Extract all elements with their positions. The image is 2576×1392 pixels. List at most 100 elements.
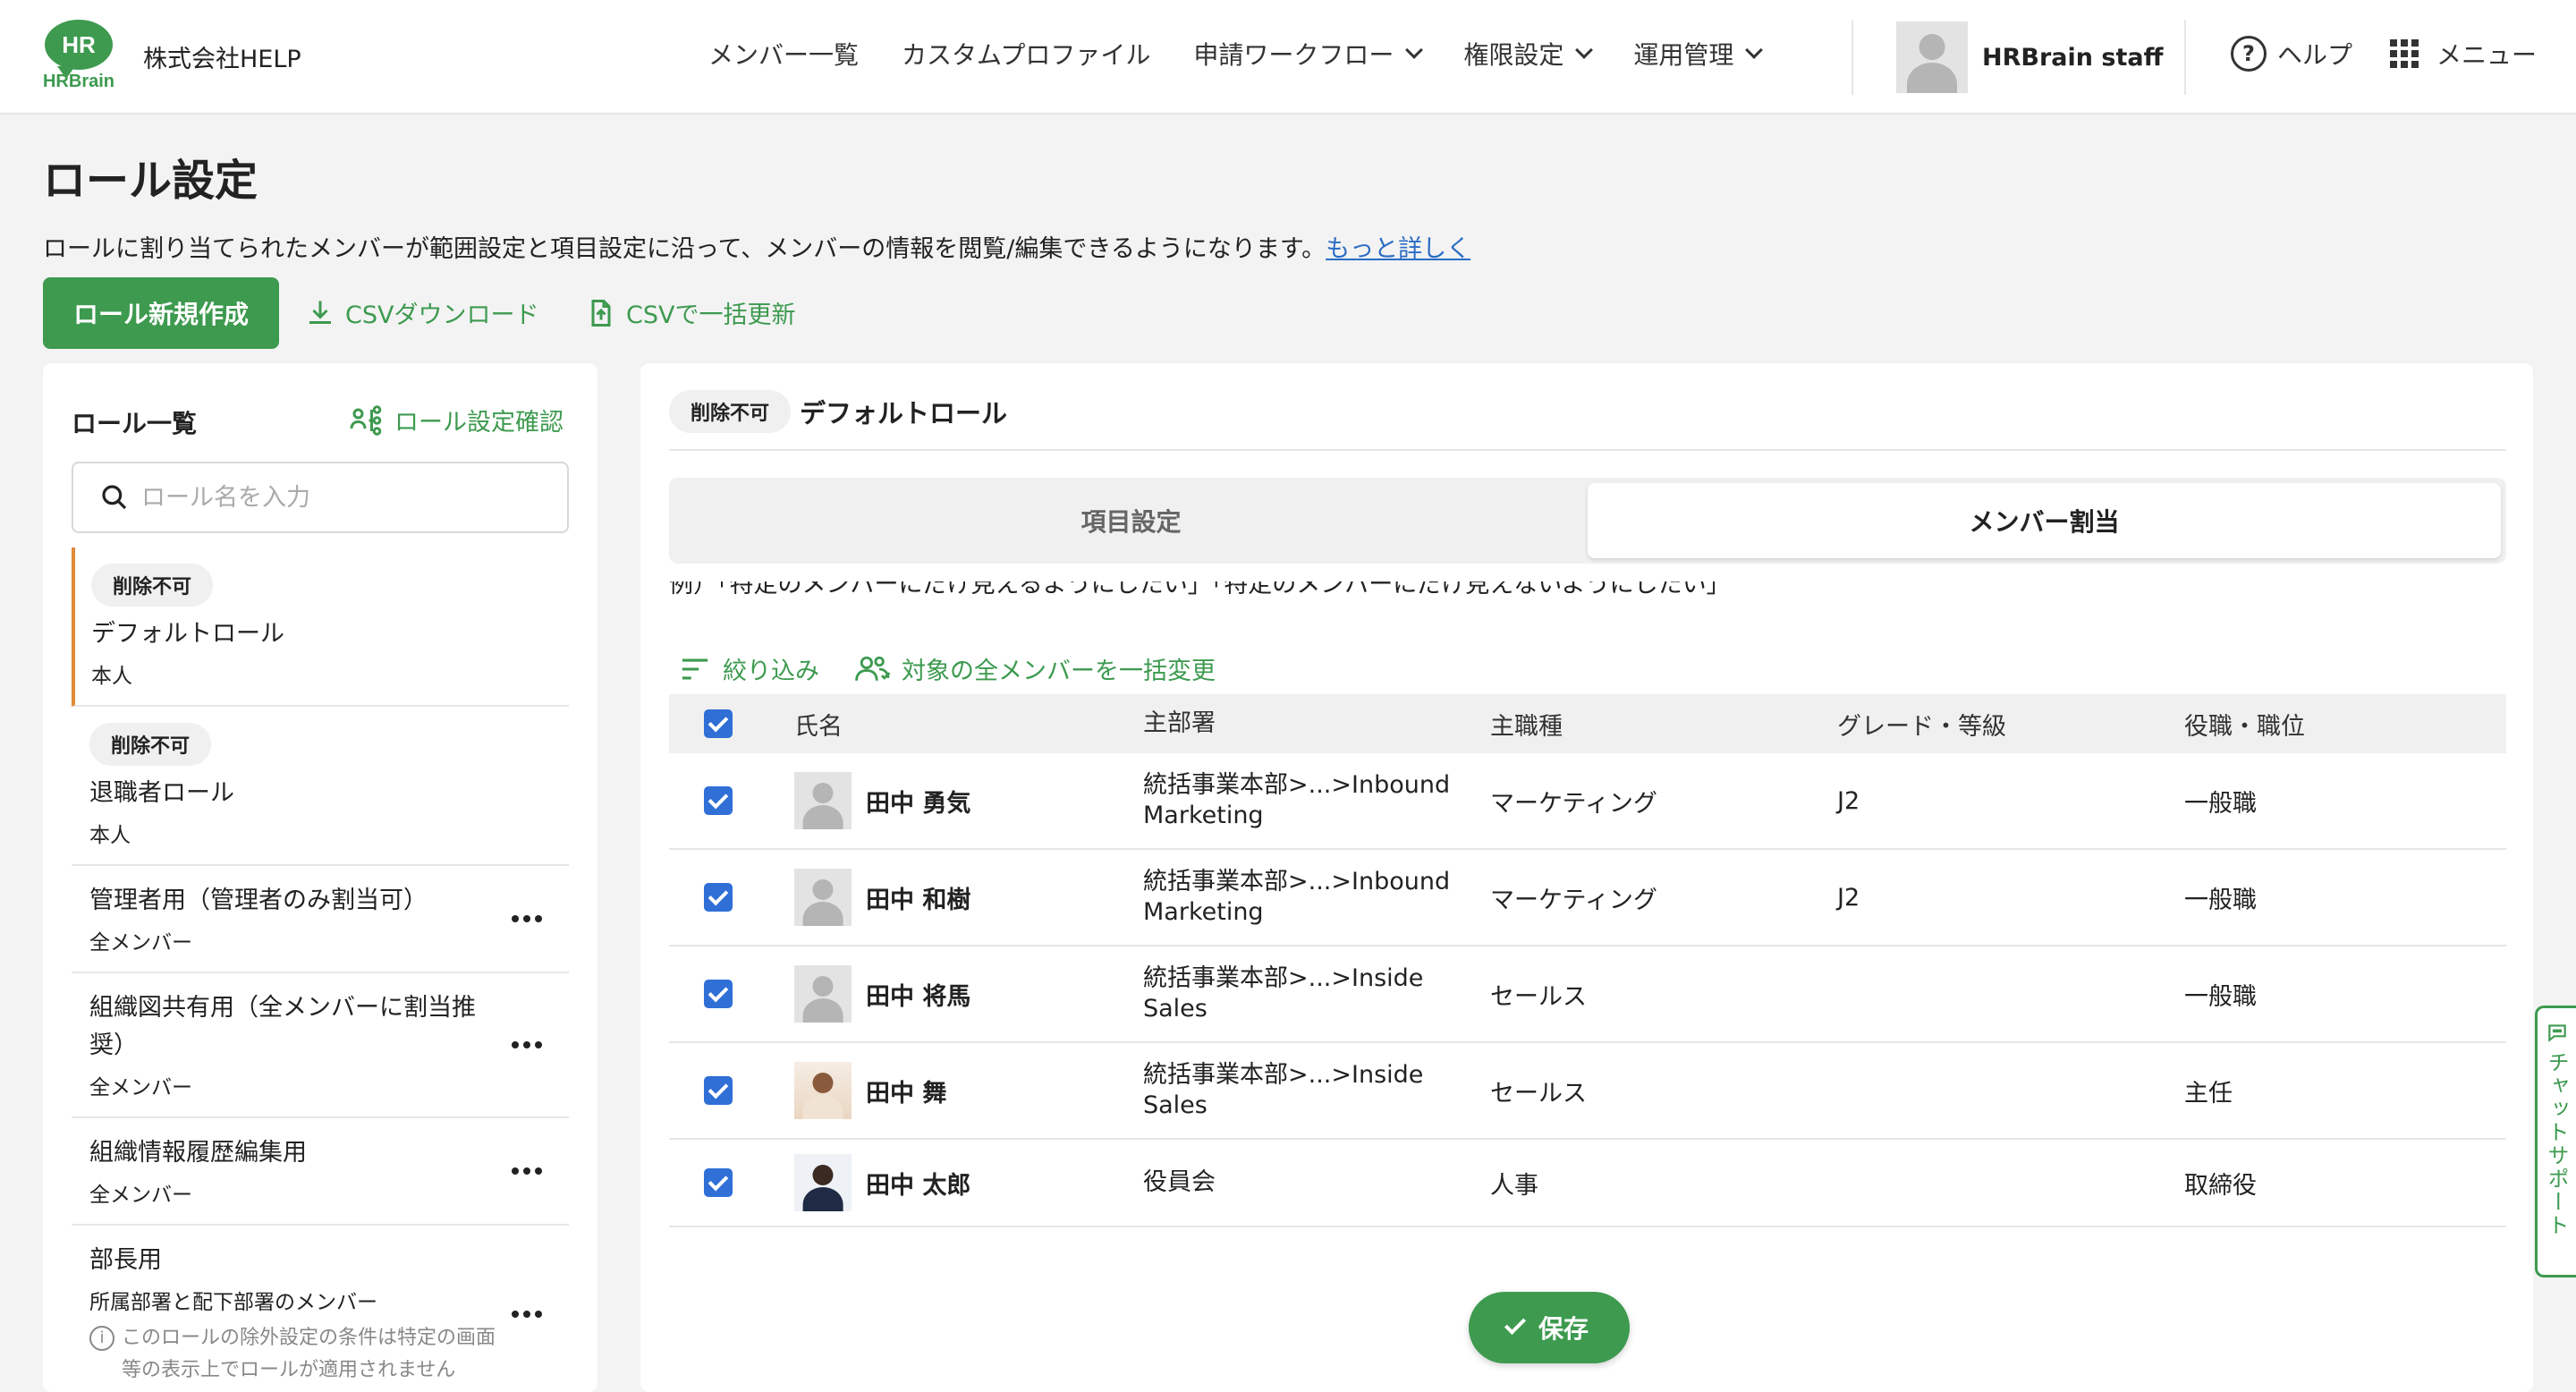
- more-options-icon[interactable]: [512, 1041, 542, 1048]
- role-item-default[interactable]: 削除不可 デフォルトロール 本人: [72, 547, 569, 707]
- row-checkbox[interactable]: [704, 980, 733, 1008]
- table-row: 田中 将馬 統括事業本部>...>Inside Sales セールス 一般職: [669, 946, 2506, 1043]
- member-name: 田中 舞: [866, 1079, 947, 1108]
- role-item-admin[interactable]: 管理者用（管理者のみ割当可） 全メンバー: [72, 866, 569, 973]
- member-avatar-icon: [794, 869, 852, 926]
- role-item-org-history[interactable]: 組織情報履歴編集用 全メンバー: [72, 1118, 569, 1226]
- member-table: 氏名 主部署 主職種 グレード・等級 役職・職位 田中 勇気 統括事業本部>..…: [669, 694, 2506, 1227]
- row-checkbox[interactable]: [704, 786, 733, 815]
- user-avatar-icon: [1896, 21, 1968, 93]
- role-scope: 本人: [89, 824, 131, 847]
- chat-support-tab[interactable]: チャットサポート: [2535, 1006, 2576, 1277]
- tab-member-assignment[interactable]: メンバー割当: [1588, 483, 2501, 558]
- role-note: i このロールの除外設定の条件は特定の画面等の表示上でロールが適用されません: [89, 1322, 569, 1387]
- org-tree-icon: [350, 404, 382, 436]
- save-label: 保存: [1538, 1314, 1589, 1344]
- help-label: ヘルプ: [2277, 40, 2353, 70]
- nav-custom-profile[interactable]: カスタムプロファイル: [902, 36, 1150, 72]
- role-item-retired[interactable]: 削除不可 退職者ロール 本人: [72, 707, 569, 866]
- role-search-input[interactable]: [141, 483, 553, 512]
- role-name: 管理者用（管理者のみ割当可）: [89, 887, 428, 914]
- chat-support-label: チャットサポート: [2544, 1051, 2569, 1237]
- role-settings-check-link[interactable]: ロール設定確認: [350, 403, 564, 437]
- nav-label: カスタムプロファイル: [902, 40, 1151, 70]
- role-item-manager[interactable]: 部長用 所属部署と配下部署のメンバー i このロールの除外設定の条件は特定の画面…: [72, 1226, 569, 1392]
- member-photo-icon: [794, 1154, 852, 1211]
- member-job: マーケティング: [1490, 789, 1657, 818]
- table-header: 氏名 主部署 主職種 グレード・等級 役職・職位: [669, 694, 2506, 753]
- check-icon: [1504, 1312, 1527, 1336]
- more-options-icon[interactable]: [512, 1167, 542, 1175]
- member-dept: 統括事業本部>...>Inside Sales: [1143, 964, 1424, 1023]
- role-name: 部長用: [89, 1246, 162, 1274]
- hrbrain-logo[interactable]: HR HRBrain: [41, 20, 116, 95]
- top-header: HR HRBrain 株式会社HELP メンバー一覧 カスタムプロファイル 申請…: [0, 0, 2576, 115]
- more-options-icon[interactable]: [512, 1311, 542, 1318]
- member-name: 田中 太郎: [866, 1171, 971, 1200]
- tab-item-settings[interactable]: 項目設定: [674, 483, 1588, 558]
- member-position: 主任: [2184, 1079, 2233, 1108]
- col-name: 氏名: [794, 712, 843, 741]
- undeletable-badge: 削除不可: [89, 723, 212, 766]
- user-menu[interactable]: HRBrain staff: [1896, 21, 2163, 93]
- nav-operations[interactable]: 運用管理: [1633, 36, 1764, 72]
- row-checkbox[interactable]: [704, 1076, 733, 1105]
- member-dept: 統括事業本部>...>Inside Sales: [1143, 1061, 1424, 1119]
- row-checkbox[interactable]: [704, 883, 733, 912]
- chat-bubble-icon: [2547, 1024, 2566, 1042]
- member-name: 田中 勇気: [866, 789, 971, 818]
- example-text-cropped: 例）「特定のメンバーにだけ見えるようにしたい」「特定のメンバーにだけ見えないよう…: [669, 581, 2458, 603]
- save-button[interactable]: 保存: [1469, 1292, 1630, 1363]
- help-link[interactable]: ? ヘルプ: [2231, 36, 2352, 72]
- csv-download-button[interactable]: CSVダウンロード: [304, 295, 538, 330]
- table-row: 田中 太郎 役員会 人事 取締役: [669, 1140, 2506, 1227]
- grid-menu-icon: [2390, 39, 2419, 68]
- csv-update-label: CSVで一括更新: [626, 301, 796, 329]
- table-toolbar: 絞り込み 対象の全メンバーを一括変更: [680, 651, 1251, 686]
- select-all-checkbox[interactable]: [704, 709, 733, 738]
- filter-icon: [682, 658, 708, 679]
- bulk-change-button[interactable]: 対象の全メンバーを一括変更: [855, 651, 1216, 686]
- member-avatar-icon: [794, 772, 852, 829]
- role-name: 組織情報履歴編集用: [89, 1139, 307, 1167]
- role-name: 退職者ロール: [89, 779, 234, 807]
- csv-bulk-update-button[interactable]: CSVで一括更新: [585, 295, 795, 330]
- member-position: 一般職: [2184, 789, 2257, 818]
- search-icon: [102, 485, 127, 510]
- logo-bubble: HR: [45, 20, 113, 79]
- info-icon: i: [89, 1326, 114, 1351]
- nav-member-list[interactable]: メンバー一覧: [708, 36, 859, 72]
- page-title: ロール設定: [43, 156, 258, 206]
- member-position: 取締役: [2184, 1171, 2257, 1200]
- app-menu-button[interactable]: メニュー: [2390, 36, 2537, 72]
- more-details-link[interactable]: もっと詳しく: [1326, 235, 1470, 263]
- filter-button[interactable]: 絞り込み: [680, 651, 819, 686]
- logo-brand: HRBrain: [42, 72, 114, 91]
- divider: [669, 449, 2506, 451]
- member-job: マーケティング: [1490, 886, 1657, 914]
- table-row: 田中 和樹 統括事業本部>...>Inbound Marketing マーケティ…: [669, 850, 2506, 946]
- chevron-down-icon: [1575, 41, 1594, 59]
- download-icon: [309, 301, 331, 324]
- role-scope: 本人: [91, 665, 132, 688]
- role-list-title: ロール一覧: [72, 409, 198, 438]
- role-scope: 全メンバー: [89, 1184, 192, 1207]
- role-detail-panel: 削除不可 デフォルトロール 項目設定 メンバー割当 例）「特定のメンバーにだけ見…: [640, 363, 2533, 1392]
- role-item-org-chart[interactable]: 組織図共有用（全メンバーに割当推奨） 全メンバー: [72, 973, 569, 1118]
- users-icon: [855, 656, 891, 681]
- chevron-down-icon: [1745, 41, 1764, 59]
- header-divider: [1852, 20, 1853, 95]
- page-description: ロールに割り当てられたメンバーが範囲設定と項目設定に沿って、メンバーの情報を閲覧…: [43, 229, 1470, 264]
- more-options-icon[interactable]: [512, 915, 542, 922]
- nav-label: 権限設定: [1463, 40, 1564, 70]
- col-dept: 主部署: [1143, 709, 1216, 737]
- nav-permissions[interactable]: 権限設定: [1463, 36, 1594, 72]
- member-job: セールス: [1490, 982, 1587, 1011]
- new-role-button[interactable]: ロール新規作成: [43, 277, 279, 349]
- col-job: 主職種: [1490, 712, 1563, 741]
- row-checkbox[interactable]: [704, 1168, 733, 1197]
- header-divider: [2184, 20, 2186, 95]
- selected-role-name: デフォルトロール: [800, 398, 1008, 429]
- nav-workflow[interactable]: 申請ワークフロー: [1193, 36, 1424, 72]
- role-scope: 全メンバー: [89, 1076, 192, 1099]
